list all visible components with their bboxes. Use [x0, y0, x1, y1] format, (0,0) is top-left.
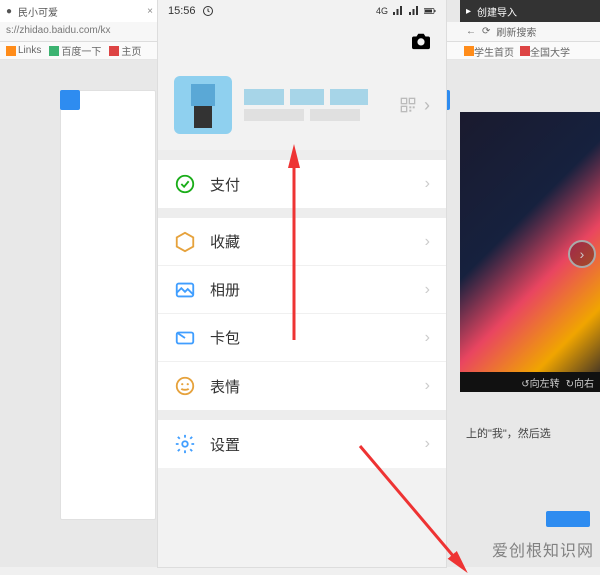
right-toolbar: ← ⟳ 刷新搜索 [460, 22, 600, 42]
tab-favicon: ● [6, 6, 12, 17]
pay-icon [174, 173, 196, 195]
album-icon [174, 279, 196, 301]
favorites-icon [174, 231, 196, 253]
menu-list: 支付 › [158, 160, 446, 208]
chevron-right-icon: › [425, 233, 430, 251]
bookmark-item[interactable]: Links [6, 44, 41, 57]
battery-icon [424, 5, 436, 17]
menu-item-label: 收藏 [210, 231, 425, 252]
signal-icon [408, 5, 420, 17]
menu-list: 收藏 › 相册 › 卡包 › 表情 › [158, 218, 446, 410]
chevron-right-icon: › [425, 329, 430, 347]
menu-item-pay[interactable]: 支付 › [158, 160, 446, 208]
chevron-right-icon: › [425, 175, 430, 193]
status-bar: 15:56 4G [158, 0, 446, 22]
status-network: 4G [376, 6, 388, 16]
video-controls: ↺向左转 ↻向右 [460, 372, 600, 392]
profile-row[interactable]: › [158, 60, 446, 150]
browser-tab[interactable]: ● 民小可爱 × [0, 0, 160, 22]
signal-icon [392, 5, 404, 17]
bookmark-item[interactable]: 百度一下 [49, 44, 101, 57]
chevron-right-icon: › [425, 281, 430, 299]
menu-item-label: 表情 [210, 376, 425, 397]
clock-icon [202, 5, 214, 17]
left-panel [60, 90, 156, 520]
camera-icon[interactable] [410, 32, 432, 50]
menu-item-label: 卡包 [210, 327, 425, 348]
article-text: 上的"我"，然后选 [460, 420, 600, 450]
cards-icon [174, 327, 196, 349]
bookmark-item[interactable]: 学生首页 [464, 44, 514, 57]
watermark: 爱创根知识网 [492, 537, 594, 561]
rotate-right-button[interactable]: ↻向右 [566, 375, 594, 390]
avatar [174, 76, 232, 134]
menu-item-label: 设置 [210, 434, 425, 455]
chevron-right-icon: › [425, 435, 430, 453]
refresh-label: 刷新搜索 [496, 24, 536, 39]
menu-item-stickers[interactable]: 表情 › [158, 362, 446, 410]
left-panel-icon[interactable] [60, 90, 80, 110]
blue-button[interactable] [546, 511, 590, 527]
menu-item-favorites[interactable]: 收藏 › [158, 218, 446, 266]
stickers-icon [174, 375, 196, 397]
right-bookmarks: 学生首页 全国大学 [460, 42, 600, 60]
menu-item-label: 相册 [210, 279, 425, 300]
back-icon[interactable]: ← [466, 26, 476, 37]
menu-item-settings[interactable]: 设置 › [158, 420, 446, 468]
menu-item-album[interactable]: 相册 › [158, 266, 446, 314]
tab-close-icon[interactable]: × [147, 6, 153, 17]
profile-text [244, 89, 388, 121]
status-time: 15:56 [168, 5, 196, 17]
menu-item-label: 支付 [210, 174, 425, 195]
menu-item-cards[interactable]: 卡包 › [158, 314, 446, 362]
top-bar [158, 22, 446, 60]
settings-icon [174, 433, 196, 455]
bookmark-item[interactable]: 全国大学 [520, 44, 570, 57]
phone-screen: 15:56 4G › 支付 › [158, 0, 446, 567]
chevron-right-icon: › [425, 377, 430, 395]
bookmark-item[interactable]: 主页 [109, 44, 141, 57]
tab-title: 民小可爱 [18, 4, 58, 19]
refresh-icon[interactable]: ⟳ [482, 26, 490, 37]
right-window-tab: ▸创建导入 [460, 0, 600, 22]
qr-icon[interactable] [400, 97, 416, 113]
rotate-left-button[interactable]: ↺向左转 [521, 375, 559, 390]
menu-list: 设置 › [158, 420, 446, 468]
chevron-right-icon: › [424, 95, 430, 116]
video-next-icon[interactable]: › [568, 240, 596, 268]
